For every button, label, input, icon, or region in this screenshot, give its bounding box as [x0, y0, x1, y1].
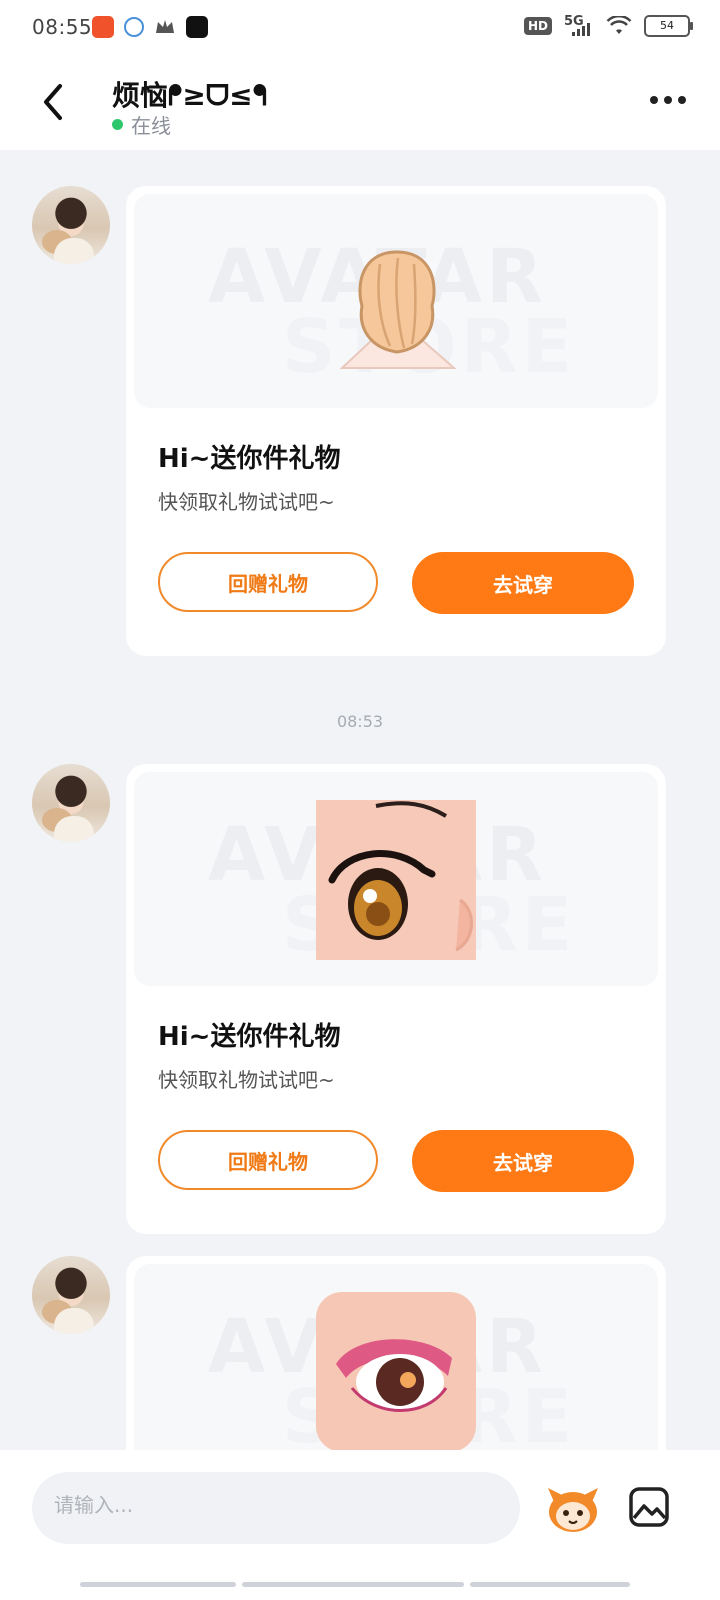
avatar-mascot-icon[interactable]	[544, 1482, 602, 1536]
online-status-label: 在线	[131, 114, 171, 138]
avatar[interactable]	[32, 764, 110, 842]
chat-header: 烦恼ᖰ≥ᗜ≤ᖳ 在线	[0, 56, 720, 150]
app-notification-icon	[186, 16, 208, 38]
chat-input-bar	[0, 1450, 720, 1600]
try-on-button[interactable]: 去试穿	[412, 552, 634, 614]
online-dot-icon	[112, 119, 123, 130]
try-on-button[interactable]: 去试穿	[412, 1130, 634, 1192]
more-options-icon[interactable]	[650, 96, 686, 104]
gift-card: AVATAR STORE Hi~送你件礼物 快领取礼物试试吧~ 回赠礼物 去试穿	[126, 186, 666, 656]
gift-card: AVATAR STORE	[126, 1256, 666, 1476]
gesture-bar	[0, 1582, 720, 1588]
gift-preview[interactable]: AVATAR STORE	[134, 772, 658, 986]
crown-icon	[154, 16, 176, 38]
app-notification-icon	[124, 17, 144, 37]
message-timestamp: 08:53	[336, 712, 384, 731]
battery-icon: 54	[644, 15, 693, 37]
message-input[interactable]	[52, 1492, 476, 1518]
hd-badge: HD	[523, 17, 552, 35]
avatar[interactable]	[32, 1256, 110, 1334]
signal-icon: 5G	[564, 14, 594, 38]
app-notification-icon	[92, 16, 114, 38]
hair-item-icon	[339, 250, 457, 369]
notification-icons	[92, 16, 208, 38]
return-gift-button[interactable]: 回赠礼物	[158, 552, 378, 612]
battery-level: 54	[660, 19, 674, 32]
system-status: HD 5G 54	[523, 14, 693, 38]
gift-title: Hi~送你件礼物	[158, 444, 341, 474]
message-input-wrapper[interactable]	[32, 1472, 520, 1544]
return-gift-button[interactable]: 回赠礼物	[158, 1130, 378, 1190]
gift-card: AVATAR STORE Hi~送你件礼物 快领取礼物试试吧~ 回赠礼物 去试穿	[126, 764, 666, 1234]
gift-title: Hi~送你件礼物	[158, 1022, 341, 1052]
wifi-icon	[606, 16, 632, 34]
gift-preview[interactable]: AVATAR STORE	[134, 194, 658, 408]
gift-subtitle: 快领取礼物试试吧~	[158, 490, 335, 514]
online-status: 在线	[112, 110, 171, 139]
gift-subtitle: 快领取礼物试试吧~	[158, 1068, 335, 1092]
gift-preview[interactable]: AVATAR STORE	[134, 1264, 658, 1476]
gallery-icon[interactable]	[628, 1486, 670, 1528]
eye-makeup-item-icon	[316, 1292, 476, 1452]
status-time: 08:55	[32, 15, 93, 39]
status-bar: 08:55 HD 5G 54	[0, 0, 720, 56]
eye-item-icon	[316, 800, 476, 960]
avatar[interactable]	[32, 186, 110, 264]
back-arrow-icon[interactable]	[38, 82, 72, 122]
contact-name[interactable]: 烦恼ᖰ≥ᗜ≤ᖳ	[112, 74, 267, 114]
